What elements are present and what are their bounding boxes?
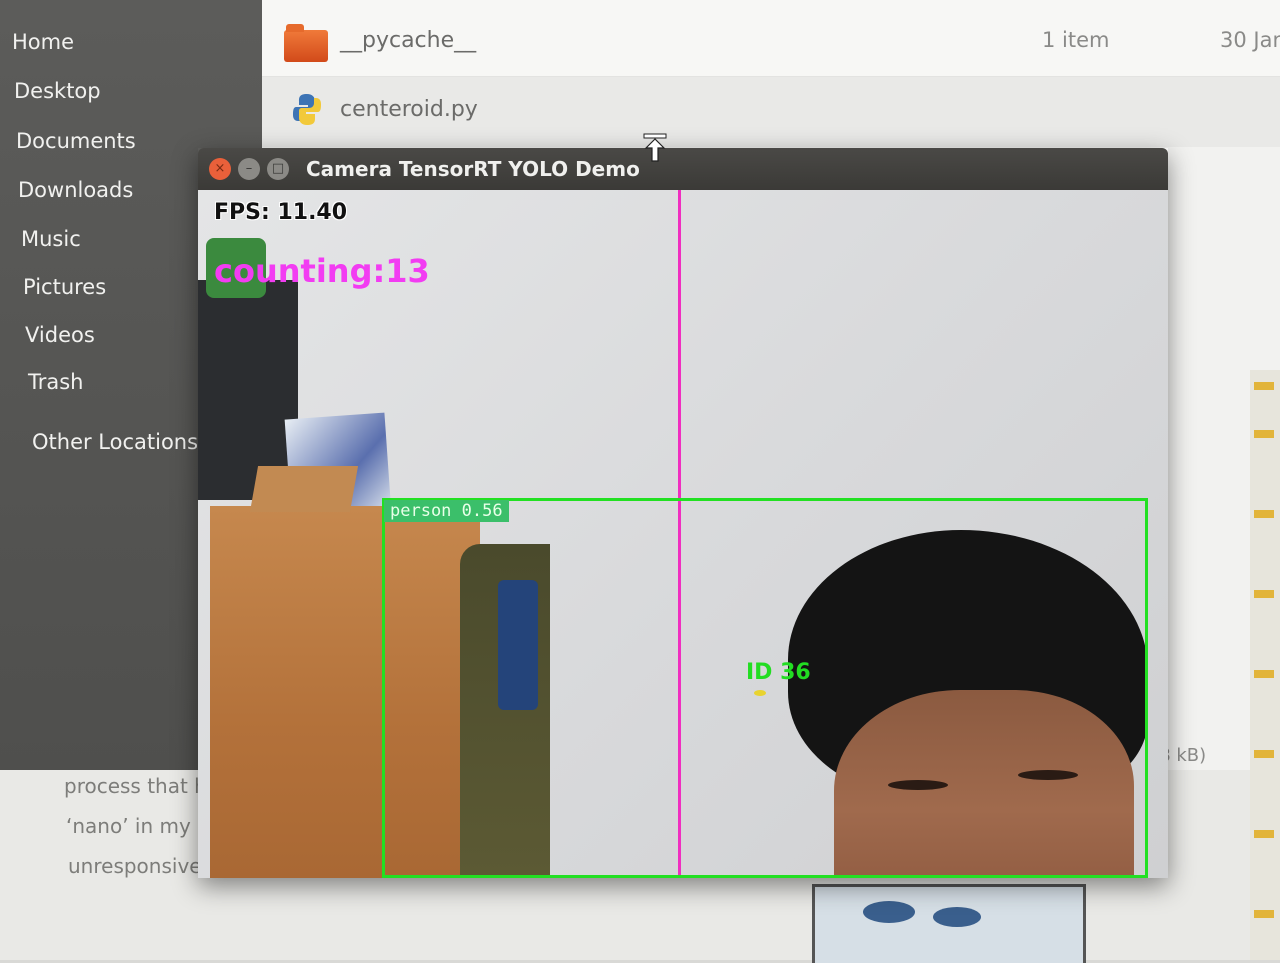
sidebar-item-videos[interactable]: Videos	[25, 323, 95, 347]
document-line: process that ha	[64, 774, 220, 798]
sidebar-item-other-locations[interactable]: Other Locations	[32, 430, 198, 454]
sidebar-item-documents[interactable]: Documents	[16, 129, 136, 153]
file-size: 1 item	[1042, 28, 1110, 52]
window-titlebar[interactable]: × – □ Camera TensorRT YOLO Demo	[198, 148, 1168, 190]
device-photo	[812, 884, 1086, 963]
window-title: Camera TensorRT YOLO Demo	[306, 157, 640, 181]
track-id-label: ID 36	[746, 660, 811, 685]
scene-box	[249, 466, 359, 512]
python-file-icon	[293, 94, 321, 125]
file-row[interactable]: __pycache__ 1 item 30 Jan	[262, 0, 1280, 77]
file-row[interactable]: centeroid.py	[262, 77, 1280, 147]
close-icon[interactable]: ×	[209, 158, 231, 180]
sidebar-item-home[interactable]: Home	[12, 30, 74, 54]
sidebar-item-music[interactable]: Music	[21, 227, 81, 251]
sidebar-item-trash[interactable]: Trash	[28, 370, 84, 394]
cursor-icon	[643, 133, 667, 162]
counting-readout: counting:13	[214, 252, 430, 290]
sidebar-item-downloads[interactable]: Downloads	[18, 178, 133, 202]
file-modified: 30 Jan	[1220, 28, 1280, 52]
camera-feed: person 0.56 ID 36 FPS: 11.40 counting:13	[198, 190, 1168, 878]
sidebar-item-desktop[interactable]: Desktop	[14, 79, 101, 103]
fps-readout: FPS: 11.40	[214, 200, 348, 225]
centroid-dot	[754, 690, 766, 696]
folder-icon	[284, 24, 328, 62]
camera-window[interactable]: × – □ Camera TensorRT YOLO Demo person 0…	[198, 148, 1168, 878]
sidebar-item-pictures[interactable]: Pictures	[23, 275, 106, 299]
detection-box	[382, 498, 1148, 878]
file-name: __pycache__	[340, 28, 477, 53]
minimize-icon[interactable]: –	[238, 158, 260, 180]
detection-label: person 0.56	[384, 500, 509, 522]
maximize-icon[interactable]: □	[267, 158, 289, 180]
desktop-edge	[1250, 370, 1280, 960]
file-name: centeroid.py	[340, 97, 478, 122]
